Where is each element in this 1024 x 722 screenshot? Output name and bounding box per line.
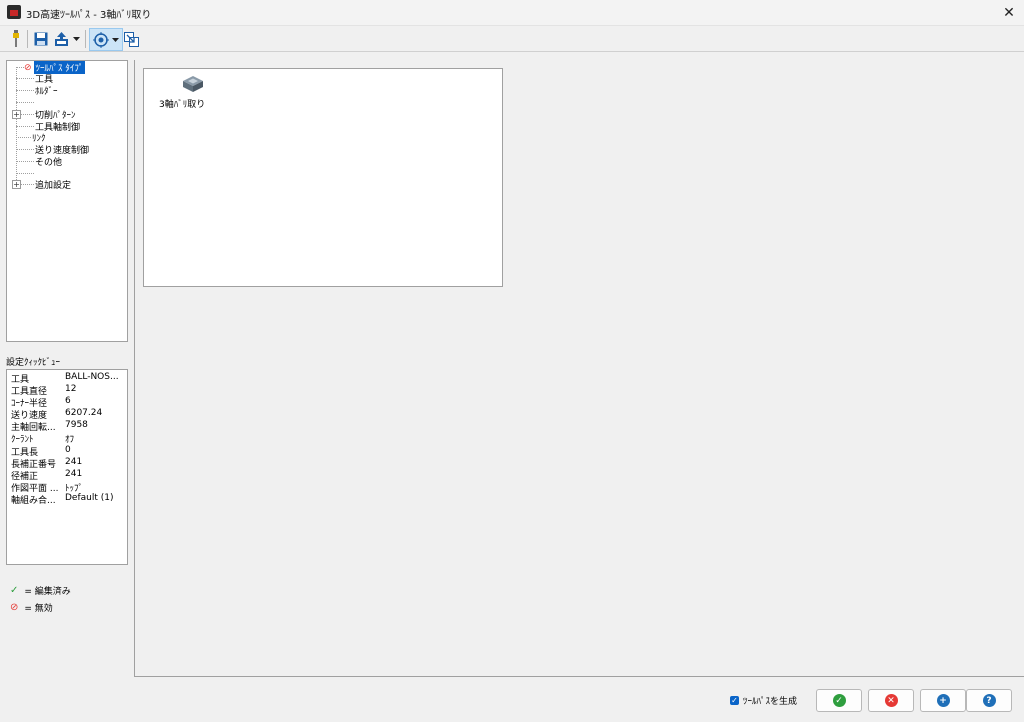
toolbar [0, 26, 1024, 52]
ok-button[interactable]: ✓ [816, 689, 862, 712]
coordinate-button[interactable] [89, 28, 123, 51]
coordinate-icon [93, 31, 109, 48]
checkbox-icon: ✓ [730, 696, 739, 705]
legend-disabled: ⊘ = 無効 [10, 600, 53, 614]
app-icon [7, 5, 21, 19]
list-item: 工具直径 12 [11, 384, 77, 396]
tree-item-feed-control[interactable]: 送り速度制御 [35, 144, 89, 156]
toolpath-type-list: 3軸ﾊﾞﾘ取り [143, 68, 503, 287]
toolpath-type-deburr[interactable]: 3軸ﾊﾞﾘ取り [156, 73, 222, 110]
add-icon: + [936, 694, 950, 707]
list-item: 主軸回転... 7958 [11, 420, 88, 432]
legend-edited: ✓ = 編集済み [10, 583, 71, 597]
disabled-icon: ⊘ [24, 62, 32, 73]
tool-icon[interactable] [7, 29, 25, 49]
export-dropdown-icon[interactable] [71, 29, 81, 49]
tree-item-other[interactable]: その他 [35, 156, 63, 168]
tree-item-cut-pattern[interactable]: 切削ﾊﾟﾀｰﾝ [35, 109, 76, 121]
chevron-down-icon [112, 37, 119, 42]
tree-item-holder[interactable]: ﾎﾙﾀﾞｰ [35, 85, 58, 97]
legend-label: = 編集済み [24, 586, 71, 597]
tree-item-label: 追加設定 [35, 181, 72, 191]
list-item: ｸｰﾗﾝﾄ ｵﾌ [11, 435, 75, 444]
pick-icon[interactable] [123, 29, 139, 49]
toolpath-type-label: 3軸ﾊﾞﾘ取り [159, 100, 206, 110]
tree-item-label: その他 [35, 158, 63, 168]
tree-item-tool[interactable]: 工具 [35, 73, 53, 85]
legend-label: = 無効 [24, 603, 53, 614]
check-icon: ✓ [10, 584, 19, 596]
cancel-icon: ✕ [884, 694, 898, 707]
list-item: 作図平面 ... ﾄｯﾌﾟ [11, 484, 84, 493]
deburr-icon [182, 75, 204, 96]
expand-icon[interactable]: + [12, 180, 21, 189]
list-item: 径補正 241 [11, 469, 83, 481]
generate-toolpath-label: ﾂｰﾙﾊﾟｽを生成 [743, 697, 798, 707]
generate-toolpath-checkbox[interactable]: ✓ ﾂｰﾙﾊﾟｽを生成 [730, 694, 797, 707]
tree-item-link[interactable]: ﾘﾝｸ [32, 132, 46, 144]
close-button[interactable]: ✕ [994, 0, 1024, 25]
help-button[interactable]: ? [966, 689, 1012, 712]
list-item: 工具長 0 [11, 445, 71, 457]
save-icon[interactable] [32, 29, 50, 49]
apply-button[interactable]: + [920, 689, 966, 712]
list-item: 軸組み合... Default (1) [11, 493, 114, 505]
list-item: 工具 BALL-NOS... [11, 372, 119, 384]
list-item: ｺｰﾅｰ半径 6 [11, 396, 71, 408]
tree-item-toolpath-type[interactable]: ⊘ ﾂｰﾙﾊﾟｽ ﾀｲﾌﾟ [24, 61, 86, 74]
quickview-list: 工具 BALL-NOS... 工具直径 12 ｺｰﾅｰ半径 6 送り速度 6207.24… [6, 369, 128, 565]
cancel-button[interactable]: ✕ [868, 689, 914, 712]
export-icon[interactable] [52, 29, 70, 49]
parameter-tree: ⊘ ﾂｰﾙﾊﾟｽ ﾀｲﾌﾟ 工具 ﾎﾙﾀﾞｰ + 切削ﾊﾟﾀｰﾝ 工具軸制御 ﾘ… [6, 60, 128, 342]
title-bar: 3D高速ﾂｰﾙﾊﾟｽ - 3軸ﾊﾞﾘ取り ✕ [0, 0, 1024, 26]
tree-item-additional-settings[interactable]: 追加設定 [35, 179, 72, 191]
quickview-title: 設定ｸｨｯｸﾋﾞｭｰ [6, 358, 61, 368]
disabled-icon: ⊘ [10, 601, 19, 613]
list-item: 送り速度 6207.24 [11, 408, 103, 420]
ok-icon: ✓ [832, 694, 846, 707]
help-icon: ? [982, 694, 996, 707]
tree-item-label: ﾎﾙﾀﾞｰ [35, 87, 58, 97]
expand-icon[interactable]: + [12, 110, 21, 119]
window-title: 3D高速ﾂｰﾙﾊﾟｽ - 3軸ﾊﾞﾘ取り [26, 10, 152, 21]
list-item: 長補正番号 241 [11, 457, 83, 469]
